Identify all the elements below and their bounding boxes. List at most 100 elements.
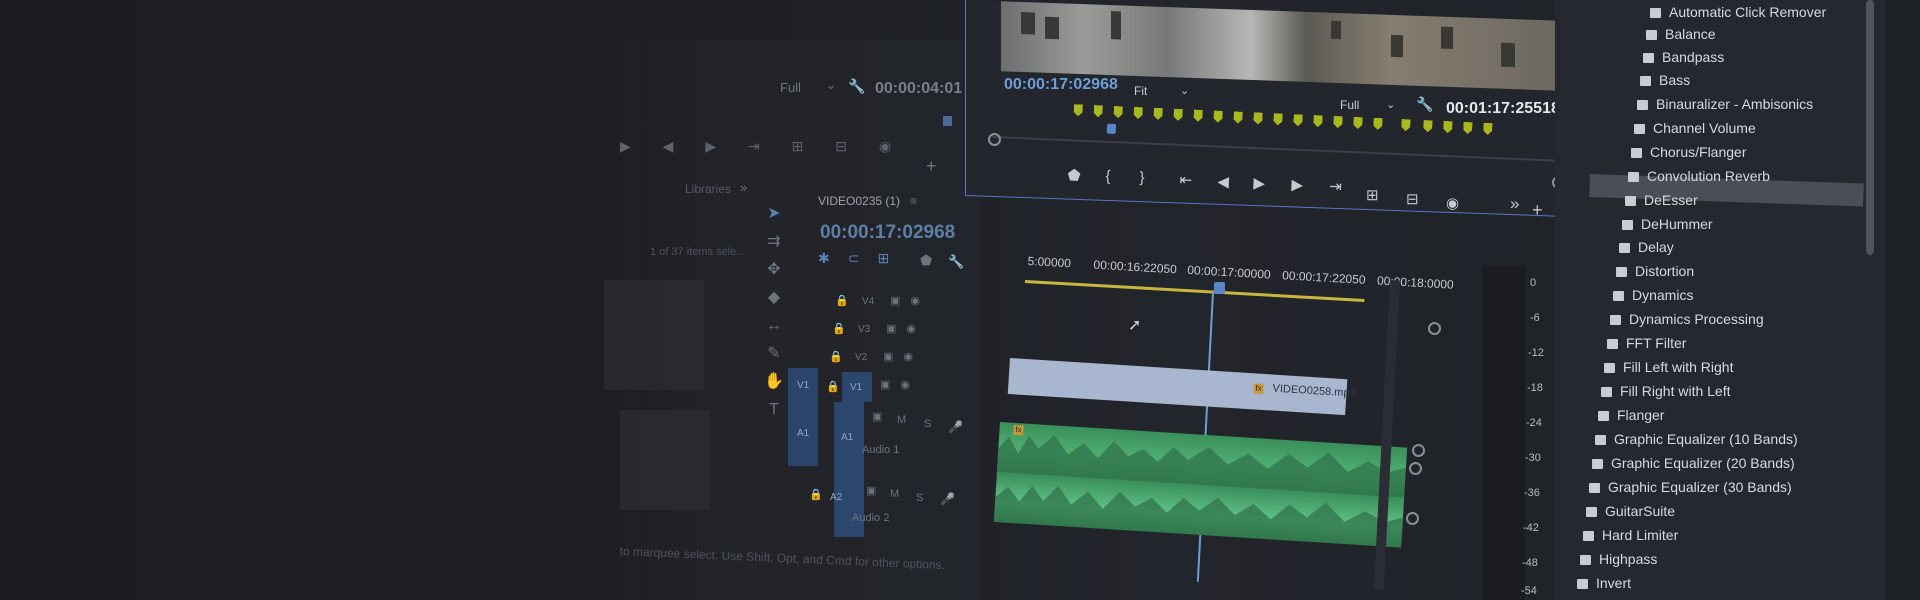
track-toggles[interactable]: ▣◉ — [886, 322, 926, 335]
marker[interactable] — [1353, 117, 1363, 129]
step-forward-icon[interactable]: ▶ — [1291, 175, 1303, 193]
effect-item[interactable]: Invert — [1577, 575, 1631, 591]
more-tabs-icon[interactable]: » — [740, 180, 747, 195]
fit-select[interactable]: Fit — [1134, 84, 1147, 98]
play-icon[interactable]: ▶ — [1253, 174, 1265, 192]
go-to-out-icon[interactable]: ⇥ — [1329, 177, 1342, 196]
source-playhead[interactable] — [943, 116, 952, 126]
marker[interactable] — [1193, 110, 1203, 122]
marker[interactable] — [1313, 115, 1323, 127]
track-scroll-handle[interactable] — [1409, 462, 1422, 475]
chevron-down-icon[interactable]: ⌄ — [1180, 84, 1189, 97]
ripple-edit-icon[interactable]: ✥ — [762, 256, 786, 284]
marker[interactable] — [1113, 106, 1123, 118]
add-button-icon[interactable]: + — [926, 156, 937, 177]
effect-item[interactable]: Hard Limiter — [1583, 527, 1678, 543]
track-toggles[interactable]: ▣◉ — [883, 350, 923, 363]
track-toggles[interactable]: ▣◉ — [880, 378, 920, 391]
marker[interactable] — [1373, 118, 1383, 130]
lock-icon[interactable]: 🔒 — [809, 488, 823, 501]
marker[interactable] — [1253, 112, 1263, 124]
effect-item[interactable]: Distortion — [1616, 263, 1694, 279]
chevron-down-icon[interactable]: ⌄ — [1386, 98, 1395, 111]
effect-item[interactable]: Delay — [1619, 239, 1674, 255]
marker[interactable] — [1443, 121, 1453, 133]
timeline-toolbar[interactable]: ✱⊂⊞ — [818, 250, 907, 267]
track-scroll-handle[interactable] — [1406, 512, 1419, 525]
extract-icon[interactable]: ⊟ — [1406, 190, 1419, 208]
marker[interactable] — [1233, 111, 1243, 123]
effect-item[interactable]: Dynamics — [1613, 287, 1693, 303]
mic-icon[interactable]: 🎤 — [940, 492, 955, 506]
marker[interactable] — [1213, 110, 1223, 122]
thumbnail[interactable] — [604, 280, 704, 390]
go-to-in-icon[interactable]: ⇤ — [1179, 171, 1192, 190]
step-back-icon[interactable]: ◀ — [1217, 172, 1229, 190]
track-scroll-handle[interactable] — [1412, 444, 1425, 457]
marker[interactable] — [1093, 105, 1103, 117]
wrench-icon[interactable]: 🔧 — [1416, 96, 1433, 113]
effect-item-selected[interactable]: Convolution Reverb — [1628, 168, 1770, 184]
effect-item[interactable]: Automatic Click Remover — [1650, 4, 1826, 20]
mute-button[interactable]: M — [890, 488, 899, 500]
marker[interactable] — [1401, 119, 1411, 131]
more-icon[interactable]: » — [1510, 194, 1519, 214]
scrub-start[interactable] — [988, 133, 1001, 146]
settings-wrench-icon[interactable]: 🔧 — [948, 254, 964, 270]
solo-button[interactable]: S — [916, 492, 923, 504]
lock-icon[interactable]: 🔒 — [826, 380, 840, 393]
sequence-tab[interactable]: VIDEO0235 (1) — [818, 194, 900, 208]
lock-icon[interactable]: 🔒 — [835, 294, 849, 307]
effect-item[interactable]: DeHummer — [1622, 216, 1713, 232]
marker[interactable] — [1423, 120, 1433, 132]
sync-lock-icon[interactable]: ▣ — [866, 484, 876, 497]
track-toggles[interactable]: ▣◉ — [890, 294, 930, 307]
solo-button[interactable]: S — [924, 418, 931, 430]
timeline-playhead-handle[interactable] — [1214, 282, 1225, 294]
effect-item[interactable]: GuitarSuite — [1586, 503, 1675, 519]
chevron-down-icon[interactable]: ⌄ — [826, 78, 836, 92]
mic-icon[interactable]: 🎤 — [948, 420, 963, 434]
effect-item[interactable]: Dynamics Processing — [1610, 311, 1764, 327]
slip-icon[interactable]: ↔ — [762, 312, 786, 340]
track-select-icon[interactable]: ⇉ — [762, 228, 786, 256]
effect-item[interactable]: Graphic Equalizer (20 Bands) — [1592, 455, 1795, 471]
marker[interactable] — [1153, 108, 1163, 120]
add-marker-icon[interactable]: ⬟ — [1067, 166, 1081, 185]
effect-item[interactable]: DeEsser — [1625, 192, 1698, 208]
source-transport[interactable]: ▶ ◀ ▶ ⇥ ⊞ ⊟ ◉ — [620, 138, 905, 155]
marker[interactable] — [1173, 109, 1183, 121]
selection-tool-icon[interactable]: ➤ — [762, 200, 786, 228]
track-scroll-handle[interactable] — [1428, 322, 1441, 335]
mark-in-icon[interactable]: { — [1105, 168, 1111, 185]
menu-icon[interactable]: ≡ — [910, 194, 917, 208]
marker[interactable] — [1463, 122, 1473, 134]
wrench-icon[interactable]: 🔧 — [848, 78, 865, 95]
type-tool-icon[interactable]: T — [762, 396, 786, 424]
lock-icon[interactable]: 🔒 — [829, 350, 843, 363]
pen-icon[interactable]: ✎ — [762, 340, 786, 368]
effect-item[interactable]: Flanger — [1598, 407, 1664, 423]
effect-item[interactable]: Binauralizer - Ambisonics — [1637, 96, 1813, 112]
playhead-handle[interactable] — [1106, 123, 1117, 135]
marker[interactable] — [1293, 114, 1303, 126]
effect-item[interactable]: Chorus/Flanger — [1631, 144, 1747, 160]
effect-item[interactable]: Bass — [1640, 72, 1690, 88]
sync-lock-icon[interactable]: ▣ — [872, 410, 882, 423]
marker[interactable] — [1333, 116, 1343, 128]
effect-item[interactable]: FFT Filter — [1607, 335, 1686, 351]
effect-item[interactable]: Balance — [1646, 26, 1716, 42]
marker[interactable] — [1073, 104, 1083, 116]
effect-item[interactable]: Graphic Equalizer (10 Bands) — [1595, 431, 1798, 447]
add-button-icon[interactable]: + — [1532, 200, 1543, 221]
mark-out-icon[interactable]: } — [1139, 169, 1145, 186]
marker[interactable] — [1273, 113, 1283, 125]
thumbnail-2[interactable] — [620, 410, 710, 510]
lock-icon[interactable]: 🔒 — [832, 322, 846, 335]
razor-icon[interactable]: ◆ — [762, 284, 786, 312]
effect-item[interactable]: Graphic Equalizer (30 Bands) — [1589, 479, 1792, 495]
effect-item[interactable]: Channel Volume — [1634, 120, 1756, 136]
effect-item[interactable]: Highpass — [1580, 551, 1657, 567]
hand-icon[interactable]: ✋ — [762, 368, 786, 396]
lift-icon[interactable]: ⊞ — [1366, 186, 1379, 204]
